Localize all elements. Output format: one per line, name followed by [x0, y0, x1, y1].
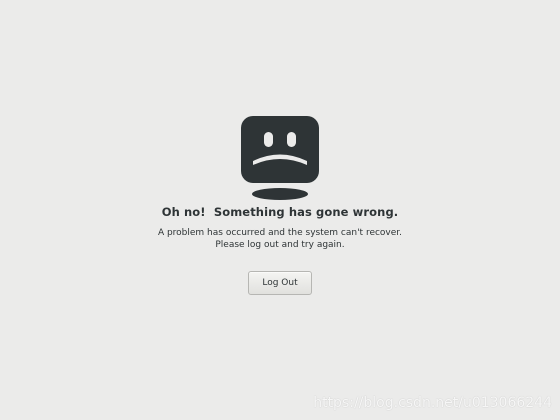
logout-button[interactable]: Log Out — [248, 271, 312, 295]
error-title: Oh no! Something has gone wrong. — [161, 205, 399, 219]
sad-computer-icon — [241, 116, 319, 200]
error-message-line: A problem has occurred and the system ca… — [157, 228, 403, 238]
error-screen: Oh no! Something has gone wrong. A probl… — [0, 0, 560, 420]
watermark: https://blog.csdn.net/u013066244 — [313, 395, 552, 411]
error-message-line: Please log out and try again. — [215, 240, 345, 250]
error-message: A problem has occurred and the system ca… — [0, 227, 560, 251]
